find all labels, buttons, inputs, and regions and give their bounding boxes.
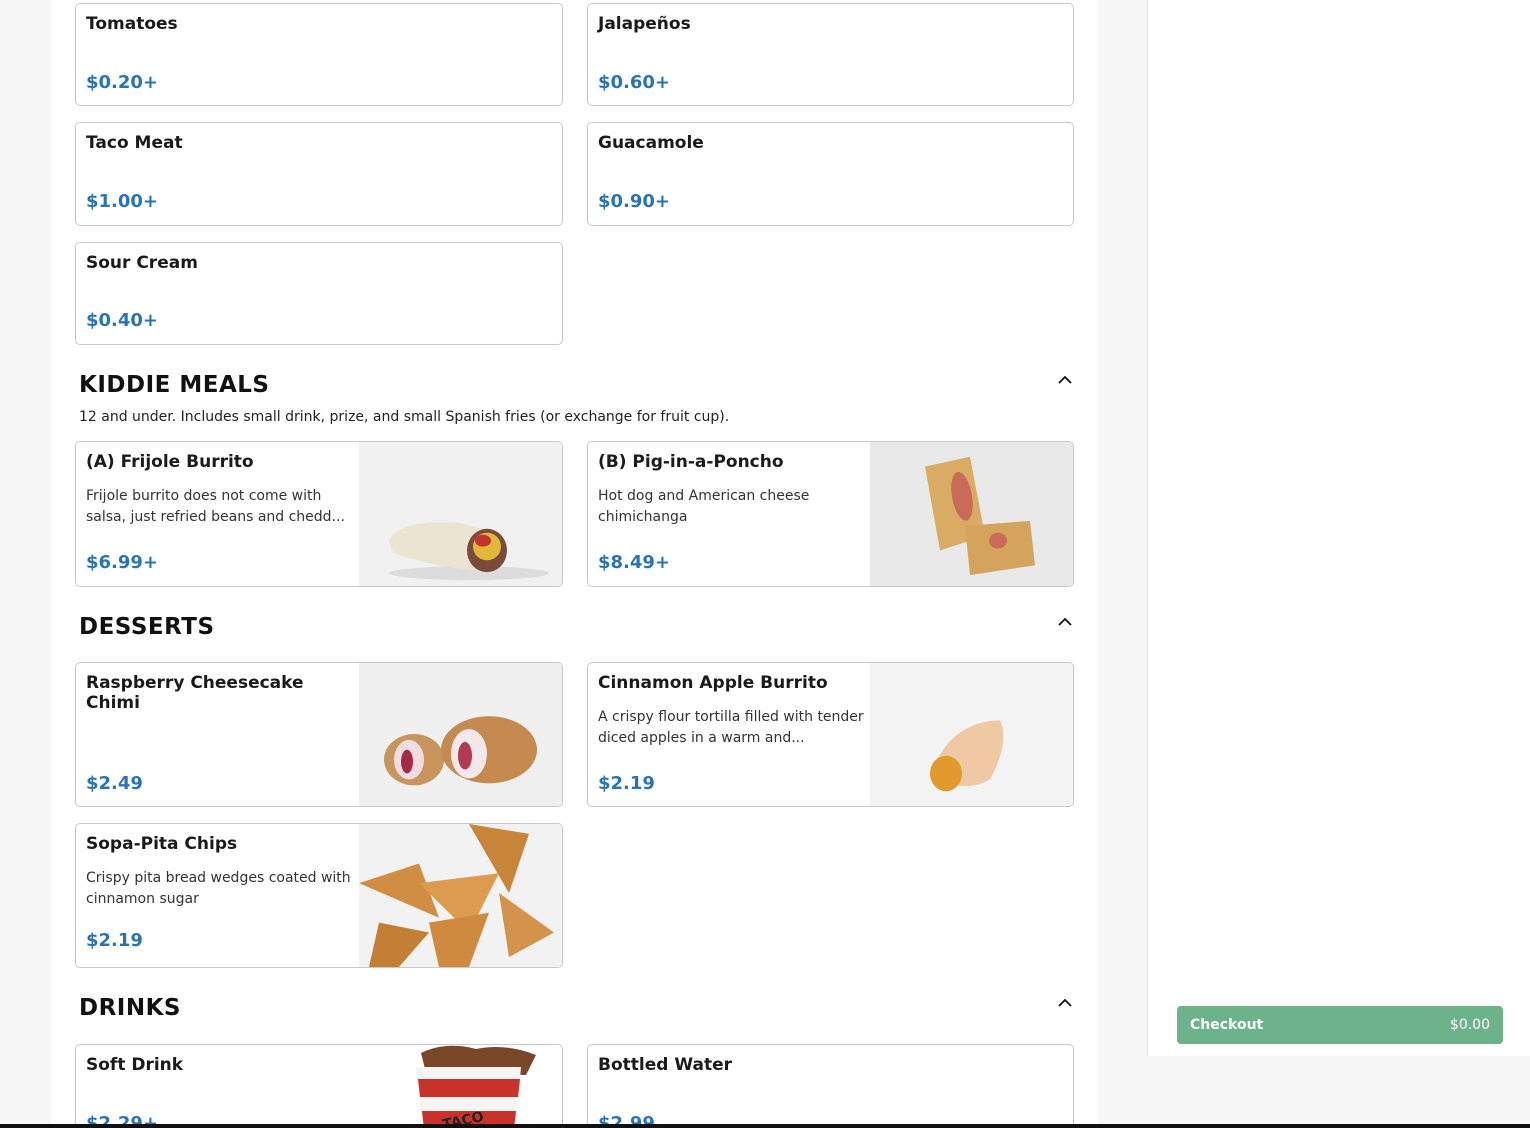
item-price: $0.20+ xyxy=(86,72,159,93)
item-price: $2.19 xyxy=(598,773,655,794)
section-title: KIDDIE MEALS xyxy=(79,372,270,398)
item-name: Cinnamon Apple Burrito xyxy=(598,673,828,693)
item-name: Tomatoes xyxy=(86,14,178,34)
cart-panel: Checkout $0.00 xyxy=(1147,0,1530,1056)
checkout-label: Checkout xyxy=(1190,1017,1264,1033)
cart-total: $0.00 xyxy=(1449,1017,1490,1033)
item-description: Crispy pita bread wedges coated with cin… xyxy=(86,870,351,907)
item-description: A crispy flour tortilla filled with tend… xyxy=(598,709,864,746)
menu-item-card[interactable]: Bottled Water $2.99 xyxy=(587,1044,1074,1128)
menu-item-card[interactable]: (B) Pig-in-a-Poncho Hot dog and American… xyxy=(587,441,1074,587)
item-price: $1.00+ xyxy=(86,191,159,212)
item-name: Guacamole xyxy=(598,133,704,153)
item-price: $2.49 xyxy=(86,773,143,794)
item-price: $2.19 xyxy=(86,930,143,951)
item-name: (A) Frijole Burrito xyxy=(86,452,254,472)
menu-item-card[interactable]: Sopa-Pita Chips Crispy pita bread wedges… xyxy=(75,823,563,968)
section-title: DRINKS xyxy=(79,995,181,1021)
chevron-up-icon[interactable] xyxy=(1055,992,1075,1012)
window-bottom-edge xyxy=(0,1124,1530,1128)
menu-item-card[interactable]: Guacamole $0.90+ xyxy=(587,122,1074,226)
item-price: $6.99+ xyxy=(86,552,159,573)
item-name: Raspberry Cheesecake Chimi xyxy=(86,673,304,713)
apple-burrito-photo xyxy=(870,663,1073,806)
item-description: Frijole burrito does not come with salsa… xyxy=(86,488,345,525)
page-gutter-right xyxy=(1098,0,1147,1128)
menu-item-card[interactable]: (A) Frijole Burrito Frijole burrito does… xyxy=(75,441,563,587)
menu-item-card[interactable]: Sour Cream $0.40+ xyxy=(75,242,563,345)
item-name: Sopa-Pita Chips xyxy=(86,834,238,854)
item-name: Taco Meat xyxy=(86,133,183,153)
item-description: Hot dog and American cheese chimichanga xyxy=(598,488,810,525)
item-price: $0.90+ xyxy=(598,191,671,212)
item-name: Sour Cream xyxy=(86,253,198,273)
chevron-up-icon[interactable] xyxy=(1055,611,1075,631)
section-description: 12 and under. Includes small drink, priz… xyxy=(79,409,730,425)
chevron-up-icon[interactable] xyxy=(1055,369,1075,389)
menu-item-card[interactable]: Cinnamon Apple Burrito A crispy flour to… xyxy=(587,662,1074,807)
menu-item-card[interactable]: Raspberry Cheesecake Chimi $2.49 xyxy=(75,662,563,807)
page-gutter-left xyxy=(0,0,51,1128)
soft-drink-cup-photo: TACO xyxy=(406,1045,546,1128)
item-name: Jalapeños xyxy=(598,14,691,34)
menu-item-card[interactable]: Taco Meat $1.00+ xyxy=(75,122,563,226)
burrito-photo xyxy=(359,442,562,586)
item-name: (B) Pig-in-a-Poncho xyxy=(598,452,784,472)
cheesecake-chimi-photo xyxy=(359,663,562,806)
item-price: $8.49+ xyxy=(598,552,671,573)
checkout-button[interactable]: Checkout $0.00 xyxy=(1177,1006,1503,1044)
menu-item-card[interactable]: Soft Drink $2.29+ TACO xyxy=(75,1044,563,1128)
item-price: $0.60+ xyxy=(598,72,671,93)
pita-chips-photo xyxy=(359,824,562,967)
item-price: $0.40+ xyxy=(86,310,159,331)
menu-item-card[interactable]: Jalapeños $0.60+ xyxy=(587,3,1074,106)
item-name: Bottled Water xyxy=(598,1055,732,1075)
hotdog-chimichanga-photo xyxy=(870,442,1073,586)
menu-column: Tomatoes $0.20+ Jalapeños $0.60+ Taco Me… xyxy=(51,0,1098,1128)
menu-item-card[interactable]: Tomatoes $0.20+ xyxy=(75,3,563,106)
section-title: DESSERTS xyxy=(79,614,215,640)
